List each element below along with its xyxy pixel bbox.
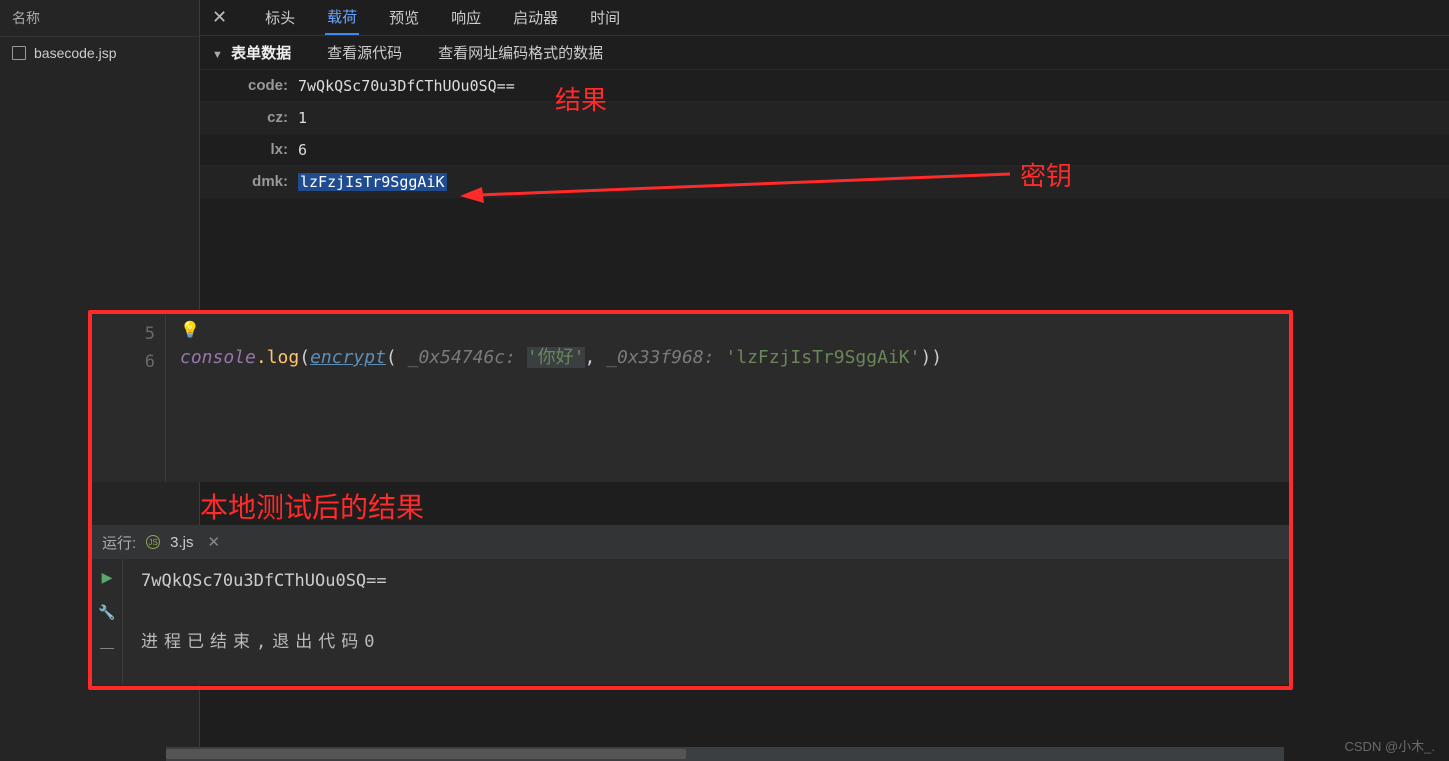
token-paren: (: [386, 347, 397, 368]
tab-response[interactable]: 响应: [449, 1, 483, 34]
close-icon[interactable]: ✕: [212, 7, 227, 28]
disclosure-triangle-icon[interactable]: ▼: [212, 49, 223, 61]
play-icon[interactable]: ▶: [102, 569, 113, 586]
devtools-tabs: ✕ 标头 载荷 预览 响应 启动器 时间: [200, 0, 1449, 36]
form-row-dmk: dmk: lzFzjIsTr9SggAiK: [200, 166, 1449, 198]
string-arg2: 'lzFzjIsTr9SggAiK': [725, 347, 920, 368]
view-url-encoded-link[interactable]: 查看网址编码格式的数据: [438, 42, 603, 63]
annotation-result: 结果: [555, 80, 607, 117]
form-value-cz[interactable]: 1: [298, 109, 307, 127]
run-console: ▶ 🔧 — 7wQkQSc70u3DfCThUOu0SQ== 进程已结束,退出代…: [92, 559, 1289, 685]
annotation-key: 密钥: [1020, 156, 1072, 193]
inlay-hint: _0x54746c:: [397, 347, 527, 368]
console-output[interactable]: 7wQkQSc70u3DfCThUOu0SQ== 进程已结束,退出代码0: [122, 559, 1289, 685]
tab-initiator[interactable]: 启动器: [511, 1, 560, 34]
line-number: 5: [92, 320, 155, 348]
form-data-label: 表单数据: [231, 45, 291, 62]
token-comma: ,: [585, 347, 596, 368]
console-exit-line: 进程已结束,退出代码0: [141, 627, 1271, 652]
form-row-code: code: 7wQkQSc70u3DfCThUOu0SQ==: [200, 70, 1449, 102]
editor-gutter: 5 6: [92, 314, 166, 482]
inlay-hint: _0x33f968:: [595, 347, 725, 368]
token-close: )): [920, 347, 942, 368]
token-console: console: [180, 347, 256, 368]
scrollbar-thumb[interactable]: [166, 749, 686, 759]
token-log: .log: [256, 347, 299, 368]
request-item-basecode[interactable]: basecode.jsp: [0, 37, 199, 69]
wrench-icon[interactable]: 🔧: [98, 604, 115, 621]
nodejs-icon: JS: [146, 535, 160, 549]
tab-payload[interactable]: 载荷: [325, 0, 359, 35]
console-toolbar: ▶ 🔧 —: [92, 559, 122, 685]
tab-timing[interactable]: 时间: [588, 1, 622, 34]
editor-horizontal-scrollbar[interactable]: [166, 747, 1284, 761]
tab-headers[interactable]: 标头: [263, 1, 297, 34]
form-value-dmk[interactable]: lzFzjIsTr9SggAiK: [298, 173, 447, 191]
code-editor[interactable]: 5 6 💡 console.log(encrypt( _0x54746c: '你…: [92, 314, 1289, 482]
file-icon: [12, 46, 26, 60]
form-key: dmk:: [236, 173, 288, 190]
close-run-tab-icon[interactable]: ✕: [208, 533, 221, 551]
form-data-rows: code: 7wQkQSc70u3DfCThUOu0SQ== cz: 1 lx:…: [200, 70, 1449, 198]
token-encrypt: encrypt: [310, 347, 386, 368]
minus-icon[interactable]: —: [100, 639, 114, 655]
annotation-local-test: 本地测试后的结果: [200, 486, 424, 526]
code-line[interactable]: console.log(encrypt( _0x54746c: '你好', _0…: [180, 343, 1289, 369]
view-source-link[interactable]: 查看源代码: [327, 42, 402, 63]
sidebar-header-name: 名称: [0, 0, 199, 37]
line-number: 6: [92, 348, 155, 376]
form-data-section-header: ▼ 表单数据 查看源代码 查看网址编码格式的数据: [200, 36, 1449, 70]
token-paren: (: [299, 347, 310, 368]
form-key: code:: [236, 77, 288, 94]
run-label: 运行:: [102, 532, 136, 553]
form-key: cz:: [236, 109, 288, 126]
form-row-cz: cz: 1: [200, 102, 1449, 134]
console-line: 7wQkQSc70u3DfCThUOu0SQ==: [141, 571, 1271, 591]
request-item-label: basecode.jsp: [34, 45, 117, 61]
form-value-code[interactable]: 7wQkQSc70u3DfCThUOu0SQ==: [298, 77, 515, 95]
form-key: lx:: [236, 141, 288, 158]
form-row-lx: lx: 6: [200, 134, 1449, 166]
string-arg1: '你好': [527, 347, 585, 368]
run-config-name[interactable]: 3.js: [170, 534, 193, 551]
lightbulb-icon[interactable]: 💡: [180, 320, 1289, 339]
code-body[interactable]: 💡 console.log(encrypt( _0x54746c: '你好', …: [166, 314, 1289, 482]
tab-preview[interactable]: 预览: [387, 1, 421, 34]
run-tool-window-tabs: 运行: JS 3.js ✕: [92, 525, 1289, 559]
watermark: CSDN @小木_.: [1345, 736, 1436, 755]
form-value-lx[interactable]: 6: [298, 141, 307, 159]
